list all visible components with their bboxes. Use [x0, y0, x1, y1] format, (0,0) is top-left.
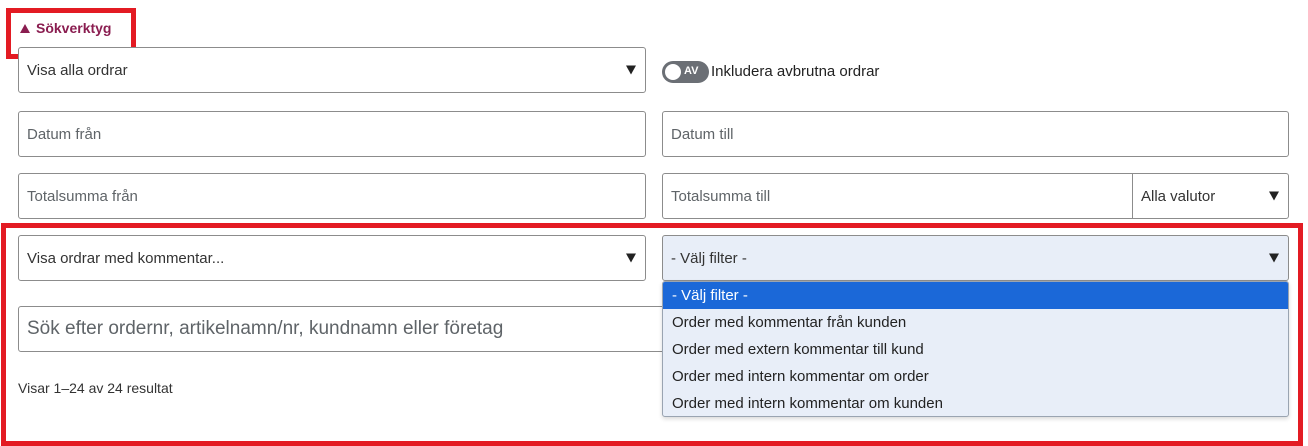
order-search-placeholder: Sök efter ordernr, artikelnamn/nr, kundn… [27, 318, 504, 339]
triangle-up-icon [20, 23, 30, 33]
caret-down-icon [626, 253, 636, 263]
dropdown-option[interactable]: Order med kommentar från kunden [663, 309, 1288, 336]
total-from-placeholder: Totalsumma från [27, 187, 138, 205]
dropdown-option[interactable]: Order med intern kommentar om kunden [663, 390, 1288, 416]
dropdown-option[interactable]: - Välj filter - [663, 282, 1288, 309]
dropdown-option[interactable]: Order med extern kommentar till kund [663, 336, 1288, 363]
search-tools-toggle[interactable]: Sökverktyg [20, 20, 111, 36]
comment-type-select[interactable]: - Välj filter - [662, 235, 1289, 281]
total-from-input[interactable]: Totalsumma från [18, 173, 646, 219]
dropdown-option[interactable]: Order med intern kommentar om order [663, 363, 1288, 390]
date-to-placeholder: Datum till [671, 125, 734, 143]
total-to-input[interactable]: Totalsumma till [662, 173, 1133, 219]
total-to-placeholder: Totalsumma till [671, 187, 771, 205]
date-from-input[interactable]: Datum från [18, 111, 646, 157]
order-status-select[interactable]: Visa alla ordrar [18, 47, 646, 93]
search-tools-label: Sökverktyg [36, 20, 112, 36]
comment-filter-select[interactable]: Visa ordrar med kommentar... [18, 235, 646, 281]
results-count: Visar 1–24 av 24 resultat [18, 380, 173, 396]
include-cancelled-switch[interactable]: AV [662, 61, 709, 83]
caret-down-icon [1269, 253, 1279, 263]
caret-down-icon [626, 65, 636, 75]
currency-select[interactable]: Alla valutor [1132, 173, 1289, 219]
comment-filter-value: Visa ordrar med kommentar... [27, 249, 225, 267]
order-status-value: Visa alla ordrar [27, 61, 128, 79]
comment-type-dropdown[interactable]: - Välj filter - Order med kommentar från… [662, 281, 1289, 417]
comment-type-value: - Välj filter - [671, 249, 747, 267]
currency-value: Alla valutor [1141, 187, 1216, 205]
date-to-input[interactable]: Datum till [662, 111, 1289, 157]
switch-state-label: AV [684, 65, 699, 77]
switch-knob [665, 64, 681, 80]
include-cancelled-label: Inkludera avbrutna ordrar [711, 63, 880, 80]
caret-down-icon [1269, 191, 1279, 201]
date-from-placeholder: Datum från [27, 125, 102, 143]
